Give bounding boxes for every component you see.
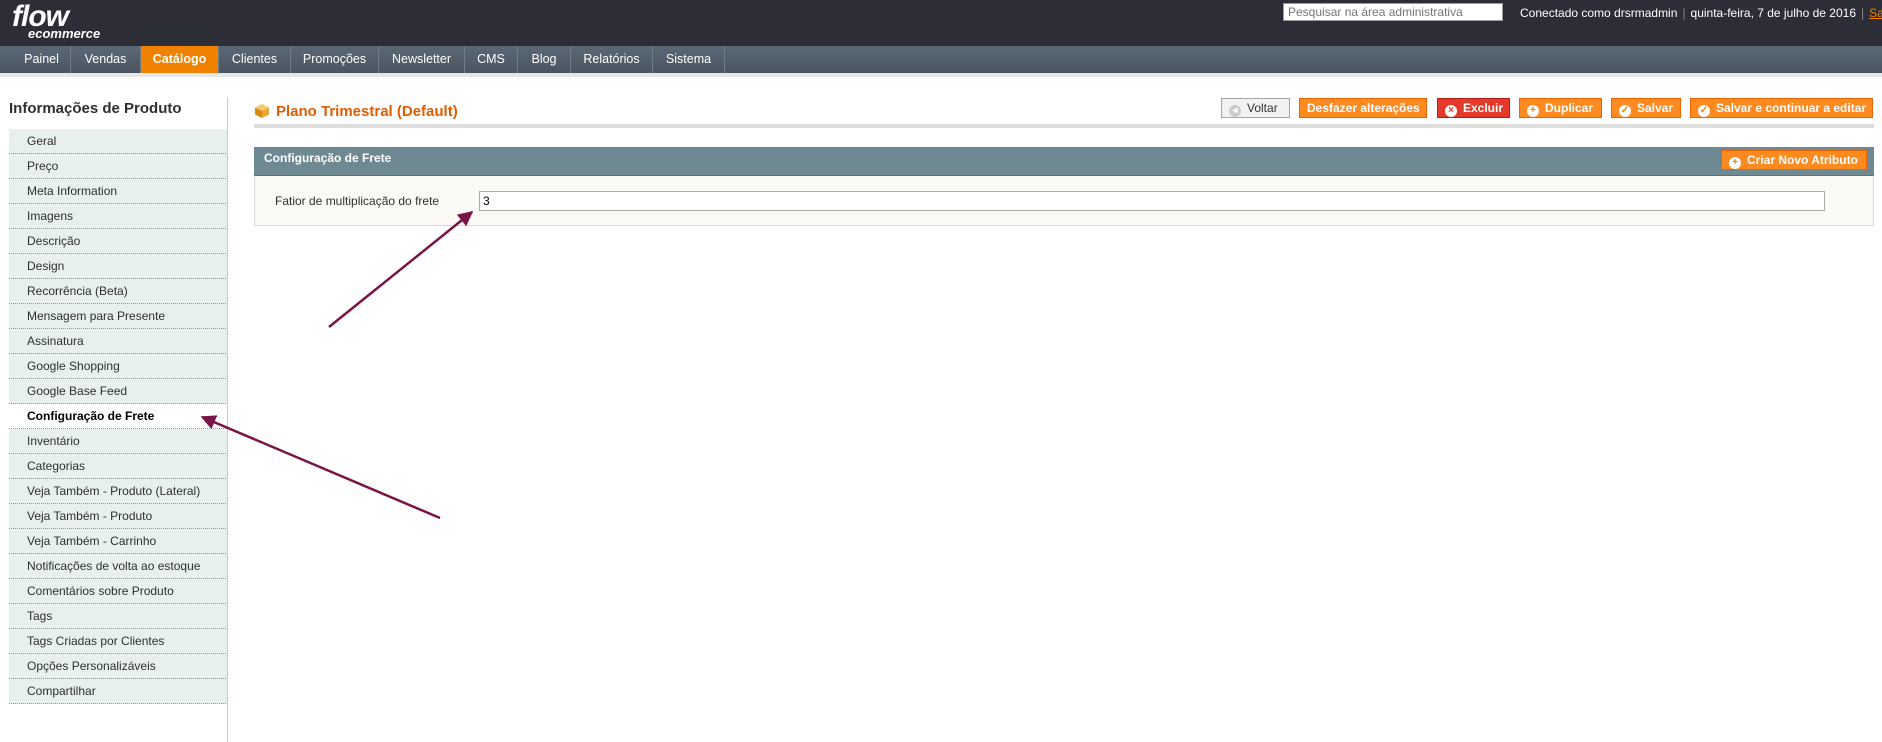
annotation-arrow-to-tab bbox=[200, 415, 441, 520]
annotation-arrows bbox=[200, 211, 474, 520]
annotation-arrow-to-field bbox=[328, 211, 474, 328]
